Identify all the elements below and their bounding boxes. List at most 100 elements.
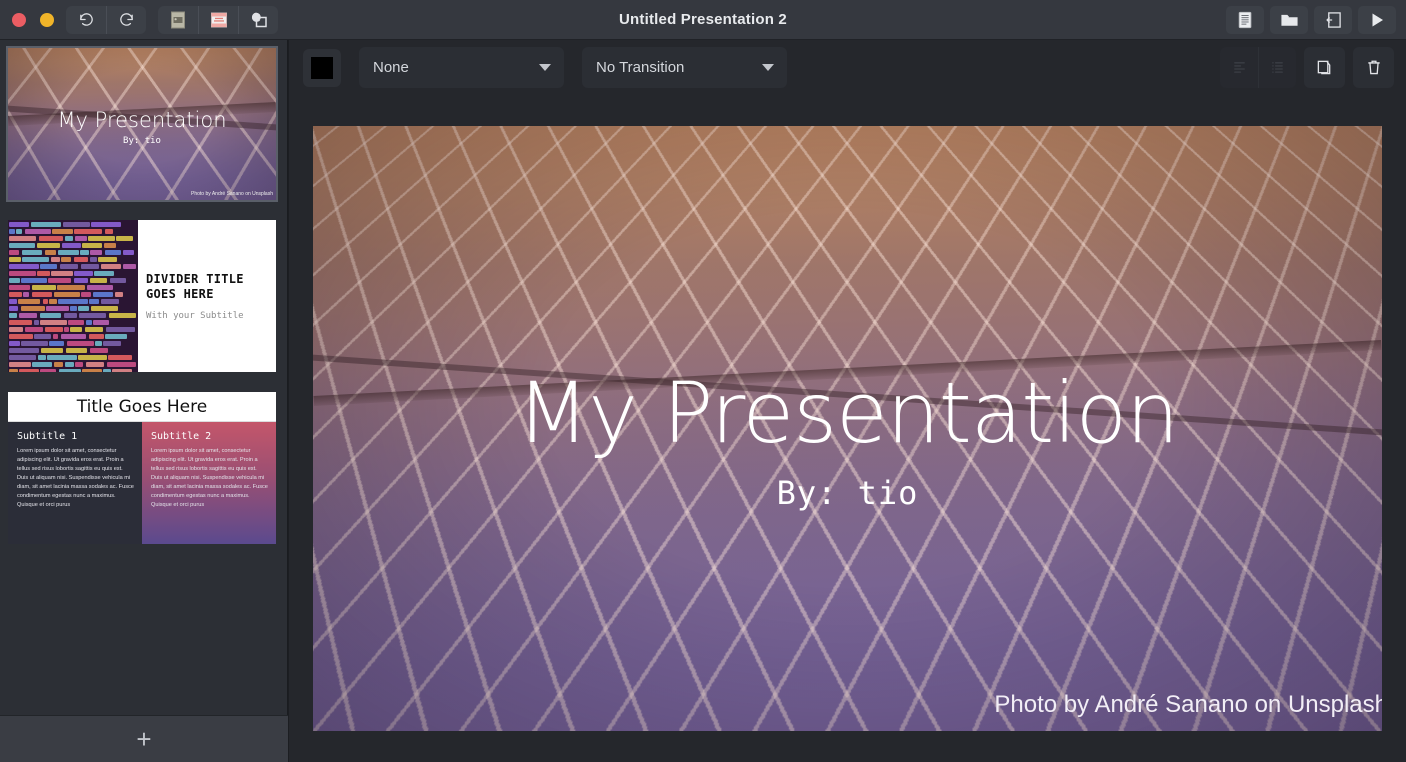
slide-title-text[interactable]: My Presentation xyxy=(313,371,1382,455)
code-token xyxy=(34,320,39,325)
background-color-swatch xyxy=(311,57,333,79)
code-token xyxy=(101,264,121,269)
code-token xyxy=(123,250,134,255)
slide-thumbnail-2[interactable]: DIVIDER TITLE GOES HERE With your Subtit… xyxy=(8,220,276,372)
slide-canvas-area: My Presentation By: tio Photo by André S… xyxy=(289,95,1406,762)
code-token xyxy=(95,341,102,346)
code-token xyxy=(37,271,50,276)
code-token xyxy=(93,292,113,297)
code-token xyxy=(104,243,116,248)
code-token xyxy=(91,306,118,311)
code-token xyxy=(9,229,15,234)
folder-icon[interactable] xyxy=(1270,6,1308,34)
code-token xyxy=(39,236,63,241)
delete-slide-icon[interactable] xyxy=(1353,47,1394,88)
background-color-button[interactable] xyxy=(303,49,341,87)
code-token xyxy=(74,257,88,262)
slide-3-left-column: Subtitle 1 Lorem ipsum dolor sit amet, c… xyxy=(8,422,142,544)
toolbar-actions xyxy=(1220,47,1394,88)
slide-2-subtitle: With your Subtitle xyxy=(146,311,276,321)
insert-shape-icon[interactable] xyxy=(238,6,278,34)
slide-2-text-block: DIVIDER TITLE GOES HERE With your Subtit… xyxy=(138,220,276,372)
code-token xyxy=(16,229,22,234)
code-token xyxy=(21,278,47,283)
code-token xyxy=(63,222,90,227)
code-token xyxy=(49,299,57,304)
slide-2-code-image xyxy=(8,220,138,372)
code-token xyxy=(18,299,40,304)
undo-icon[interactable] xyxy=(66,6,106,34)
code-token xyxy=(21,341,48,346)
notes-icon[interactable] xyxy=(1226,6,1264,34)
code-token xyxy=(103,341,121,346)
code-token xyxy=(94,271,114,276)
code-token xyxy=(9,355,36,360)
slide-1-title: My Presentation xyxy=(8,110,276,131)
code-token xyxy=(37,243,60,248)
layout-select-value: None xyxy=(373,59,409,76)
window-controls xyxy=(12,13,54,27)
code-token xyxy=(45,327,63,332)
code-token xyxy=(82,369,102,372)
slide-thumbnail-1[interactable]: My Presentation By: tio Photo by André S… xyxy=(8,48,276,200)
transition-select[interactable]: No Transition xyxy=(582,47,787,88)
code-token xyxy=(19,369,39,372)
code-token xyxy=(57,285,85,290)
code-token xyxy=(9,264,39,269)
code-token xyxy=(9,369,18,372)
code-token xyxy=(9,271,36,276)
code-token xyxy=(59,369,81,372)
slide-3-columns: Subtitle 1 Lorem ipsum dolor sit amet, c… xyxy=(8,422,276,544)
duplicate-slide-icon[interactable] xyxy=(1304,47,1345,88)
code-token xyxy=(82,243,102,248)
code-token xyxy=(81,264,99,269)
chevron-down-icon xyxy=(762,64,774,71)
minimize-window-button[interactable] xyxy=(40,13,54,27)
code-token xyxy=(22,250,42,255)
code-token xyxy=(78,306,89,311)
code-token xyxy=(49,341,64,346)
play-icon[interactable] xyxy=(1358,6,1396,34)
code-token xyxy=(108,355,132,360)
slide-1-photo-credit: Photo by André Sanano on Unsplash xyxy=(191,191,273,197)
add-slide-bar[interactable]: + xyxy=(0,715,288,762)
code-token xyxy=(74,278,88,283)
align-list-icon[interactable] xyxy=(1258,47,1296,88)
code-token xyxy=(70,327,82,332)
history-button-group xyxy=(66,6,146,34)
code-token xyxy=(62,243,81,248)
add-slide-button[interactable]: + xyxy=(136,726,151,752)
code-token xyxy=(74,271,93,276)
code-token xyxy=(9,334,33,339)
layout-select[interactable]: None xyxy=(359,47,564,88)
redo-icon[interactable] xyxy=(106,6,146,34)
insert-image-icon[interactable] xyxy=(158,6,198,34)
slide-thumbnail-list[interactable]: My Presentation By: tio Photo by André S… xyxy=(0,40,287,715)
code-token xyxy=(34,334,51,339)
code-token xyxy=(101,299,119,304)
code-token xyxy=(58,299,88,304)
code-token xyxy=(61,334,86,339)
current-slide[interactable]: My Presentation By: tio Photo by André S… xyxy=(313,126,1382,731)
code-token xyxy=(46,306,69,311)
slide-photo-credit[interactable]: Photo by André Sanano on Unsplash xyxy=(994,691,1382,719)
code-token xyxy=(9,320,32,325)
code-token xyxy=(40,320,67,325)
code-token xyxy=(9,292,22,297)
slide-thumbnail-3[interactable]: Title Goes Here Subtitle 1 Lorem ipsum d… xyxy=(8,392,276,544)
code-token xyxy=(9,327,23,332)
code-token xyxy=(32,285,56,290)
slide-subtitle-text[interactable]: By: tio xyxy=(313,474,1382,512)
code-token xyxy=(68,320,84,325)
code-token xyxy=(74,229,102,234)
code-token xyxy=(54,292,80,297)
slide-2-title: DIVIDER TITLE GOES HERE xyxy=(146,272,276,303)
code-token xyxy=(9,222,29,227)
align-left-icon[interactable] xyxy=(1220,47,1258,88)
present-screen-icon[interactable] xyxy=(1314,6,1352,34)
code-token xyxy=(19,313,37,318)
insert-slide-layout-icon[interactable] xyxy=(198,6,238,34)
close-window-button[interactable] xyxy=(12,13,26,27)
code-token xyxy=(105,250,121,255)
transition-select-value: No Transition xyxy=(596,59,684,76)
